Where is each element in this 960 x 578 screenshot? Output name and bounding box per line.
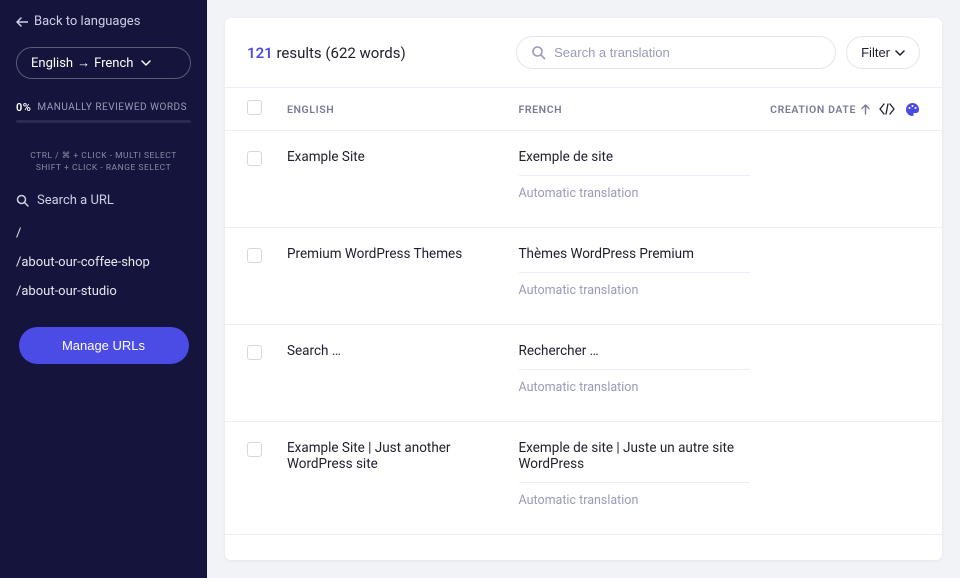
results-summary: 121 results (622 words) — [247, 44, 406, 62]
filter-button[interactable]: Filter — [846, 36, 920, 69]
results-count: 121 — [247, 44, 273, 62]
table-row[interactable]: Premium WordPress Themes Thèmes WordPres… — [225, 228, 942, 325]
row-checkbox[interactable] — [247, 345, 262, 360]
progress-bar — [16, 120, 191, 123]
results-suffix: results (622 words) — [276, 44, 405, 62]
translation-type-label: Automatic translation — [519, 493, 751, 508]
column-source[interactable]: ENGLISH — [287, 103, 519, 116]
column-target[interactable]: FRENCH — [519, 103, 751, 116]
search-icon — [16, 194, 29, 207]
target-text: Thèmes WordPress Premium — [519, 246, 751, 273]
language-selector[interactable]: English → French — [16, 47, 191, 79]
hint-multi-select: CTRL / ⌘ + CLICK - MULTI SELECT — [16, 151, 191, 163]
url-item[interactable]: / — [16, 226, 191, 241]
palette-icon[interactable] — [905, 102, 920, 117]
source-text: Example Site | Just another WordPress si… — [287, 440, 519, 472]
table-row[interactable]: Search … Rechercher … Automatic translat… — [225, 325, 942, 422]
select-all-checkbox[interactable] — [247, 100, 262, 115]
table-row[interactable]: Example Site Exemple de site Automatic t… — [225, 131, 942, 228]
search-translation-box[interactable] — [516, 36, 836, 69]
card-header: 121 results (622 words) Filter — [225, 18, 942, 87]
search-translation-input[interactable] — [554, 45, 821, 60]
hint-range-select: SHIFT + CLICK - RANGE SELECT — [16, 163, 191, 175]
lang-from: English — [31, 56, 73, 71]
row-checkbox[interactable] — [247, 151, 262, 166]
arrow-up-icon — [861, 104, 870, 115]
row-checkbox[interactable] — [247, 248, 262, 263]
selection-hints: CTRL / ⌘ + CLICK - MULTI SELECT SHIFT + … — [16, 151, 191, 175]
code-icon[interactable] — [879, 103, 895, 115]
translations-card: 121 results (622 words) Filter — [225, 18, 942, 560]
target-text: Rechercher … — [519, 343, 751, 370]
progress-label: MANUALLY REVIEWED WORDS — [37, 102, 187, 113]
row-checkbox[interactable] — [247, 442, 262, 457]
url-item[interactable]: /about-our-coffee-shop — [16, 255, 191, 270]
column-creation-date[interactable]: CREATION DATE — [750, 103, 870, 116]
translation-type-label: Automatic translation — [519, 380, 751, 395]
chevron-down-icon — [141, 60, 151, 66]
back-to-languages-link[interactable]: Back to languages — [16, 14, 191, 29]
filter-label: Filter — [861, 45, 890, 60]
back-label: Back to languages — [34, 14, 140, 29]
table-row[interactable]: Example Site | Just another WordPress si… — [225, 422, 942, 535]
manage-urls-button[interactable]: Manage URLs — [19, 327, 189, 364]
progress-percent: 0% — [16, 101, 31, 114]
target-text: Exemple de site | Juste un autre site Wo… — [519, 440, 751, 483]
lang-arrow: → — [77, 55, 90, 71]
source-text: Example Site — [287, 149, 519, 165]
sidebar: Back to languages English → French 0% MA… — [0, 0, 207, 578]
source-text: Search … — [287, 343, 519, 359]
source-text: Premium WordPress Themes — [287, 246, 519, 262]
search-url-input[interactable]: Search a URL — [16, 193, 191, 208]
translation-type-label: Automatic translation — [519, 186, 751, 201]
translation-type-label: Automatic translation — [519, 283, 751, 298]
search-icon — [531, 45, 546, 60]
main-content: 121 results (622 words) Filter — [207, 0, 960, 578]
table-header: ENGLISH FRENCH CREATION DATE — [225, 87, 942, 131]
progress-label-row: 0% MANUALLY REVIEWED WORDS — [16, 101, 191, 114]
translation-rows: Example Site Exemple de site Automatic t… — [225, 131, 942, 560]
search-url-placeholder: Search a URL — [37, 193, 114, 208]
url-item[interactable]: /about-our-studio — [16, 284, 191, 299]
lang-to: French — [94, 56, 133, 71]
url-list: / /about-our-coffee-shop /about-our-stud… — [16, 226, 191, 299]
target-text: Exemple de site — [519, 149, 751, 176]
column-date-label: CREATION DATE — [770, 103, 856, 116]
chevron-down-icon — [895, 50, 905, 56]
arrow-left-icon — [16, 17, 28, 27]
